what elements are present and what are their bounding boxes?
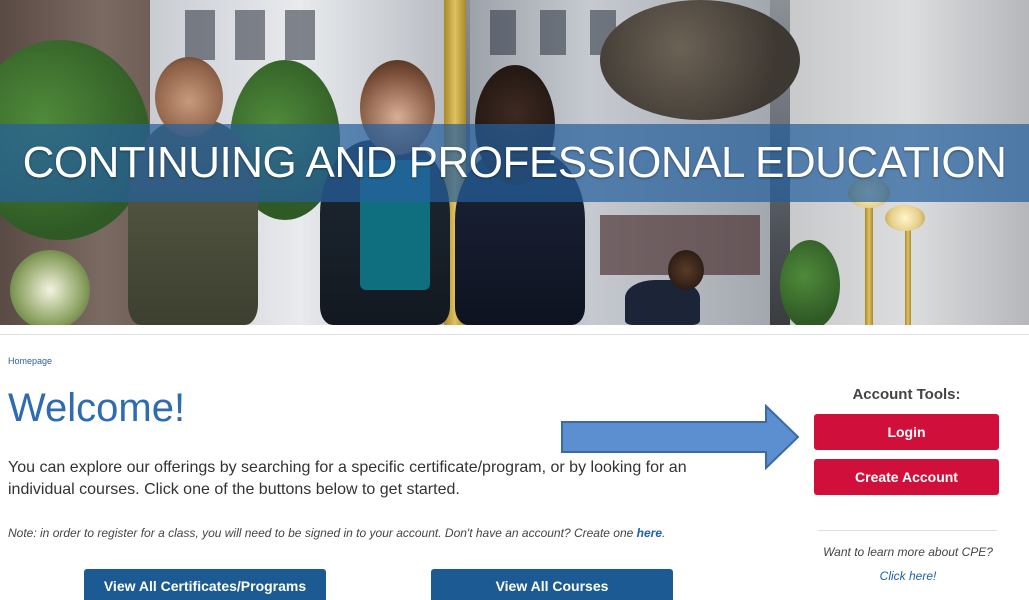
click-here-link[interactable]: Click here! — [808, 569, 1008, 583]
view-all-certificates-button[interactable]: View All Certificates/Programs — [84, 569, 326, 600]
sidebar-divider — [818, 530, 997, 531]
learn-more-text: Want to learn more about CPE? — [823, 545, 993, 559]
register-note: Note: in order to register for a class, … — [8, 526, 665, 540]
account-tools-heading: Account Tools: — [852, 386, 961, 403]
hero-banner: CONTINUING AND PROFESSIONAL EDUCATION — [0, 124, 1029, 202]
login-button[interactable]: Login — [814, 414, 999, 450]
register-note-text: Note: in order to register for a class, … — [8, 526, 637, 540]
hero-image: CONTINUING AND PROFESSIONAL EDUCATION — [0, 0, 1029, 325]
view-all-courses-button[interactable]: View All Courses — [431, 569, 673, 600]
breadcrumb-home-link[interactable]: Homepage — [8, 356, 52, 366]
create-account-here-link[interactable]: here — [637, 526, 662, 540]
hero-title: CONTINUING AND PROFESSIONAL EDUCATION — [22, 138, 1007, 187]
arrow-right-icon — [561, 404, 800, 470]
page-title: Welcome! — [8, 386, 186, 430]
create-account-button[interactable]: Create Account — [814, 459, 999, 495]
divider — [0, 334, 1029, 335]
register-note-end: . — [662, 526, 666, 540]
